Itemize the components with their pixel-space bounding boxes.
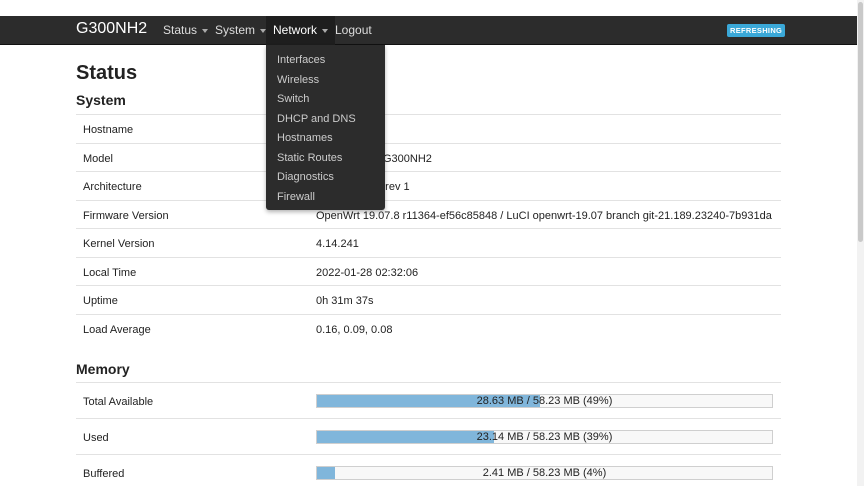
row-value-uptime: 0h 31m 37s — [316, 295, 374, 307]
row-label-buffered: Buffered — [83, 468, 125, 480]
menu-network[interactable]: Network — [266, 16, 336, 45]
progress-text: 2.41 MB / 58.23 MB (4%) — [482, 467, 607, 479]
dropdown-item-wireless[interactable]: Wireless — [266, 71, 385, 91]
row-label-local-time: Local Time — [83, 266, 137, 279]
table-row: Hostname — [76, 114, 781, 143]
dropdown-item-interfaces[interactable]: Interfaces — [266, 51, 385, 71]
memory-section-title: Memory — [76, 361, 130, 377]
row-value-local-time: 2022-01-28 02:32:06 — [316, 266, 419, 279]
menu-status-label: Status — [163, 23, 198, 37]
menu-system-label: System — [215, 23, 256, 37]
row-label-architecture: Architecture — [83, 181, 142, 193]
page-title: Status — [76, 62, 138, 84]
row-label-hostname: Hostname — [83, 124, 134, 136]
table-row: Architecture 2 rev 1 — [76, 171, 781, 200]
row-label-load-average: Load Average — [83, 323, 151, 336]
progress-text: 28.63 MB / 58.23 MB (49%) — [476, 395, 613, 407]
network-dropdown-menu: Interfaces Wireless Switch DHCP and DNS … — [266, 45, 385, 210]
dropdown-item-dhcp-dns[interactable]: DHCP and DNS — [266, 110, 385, 130]
table-row: Local Time 2022-01-28 02:32:06 — [76, 256, 781, 286]
row-label-used: Used — [83, 432, 109, 444]
progress-text: 23.14 MB / 58.23 MB (39%) — [476, 431, 613, 443]
menu-status[interactable]: Status — [163, 16, 209, 45]
table-row: Kernel Version 4.14.241 — [76, 228, 781, 257]
row-label-firmware: Firmware Version — [83, 209, 169, 222]
menu-logout-label: Logout — [335, 23, 372, 37]
progress-bar-total-available: 28.63 MB / 58.23 MB (49%) — [316, 394, 773, 408]
dropdown-item-diagnostics[interactable]: Diagnostics — [266, 168, 385, 188]
progress-bar-buffered: 2.41 MB / 58.23 MB (4%) — [316, 466, 773, 480]
row-label-model: Model — [83, 152, 113, 165]
brand-hostname[interactable]: G300NH2 — [76, 20, 147, 38]
table-row: Load Average 0.16, 0.09, 0.08 — [76, 313, 781, 343]
dropdown-item-firewall[interactable]: Firewall — [266, 188, 385, 208]
table-row: Total Available 28.63 MB / 58.23 MB (49%… — [76, 382, 781, 418]
system-table: Hostname Model P-G300NH2 Architecture 2 … — [76, 114, 781, 342]
table-row: Buffered 2.41 MB / 58.23 MB (4%) — [76, 454, 781, 486]
dropdown-item-hostnames[interactable]: Hostnames — [266, 129, 385, 149]
progress-bar-used: 23.14 MB / 58.23 MB (39%) — [316, 430, 773, 444]
row-label-uptime: Uptime — [83, 295, 118, 307]
dropdown-item-switch[interactable]: Switch — [266, 90, 385, 110]
refreshing-badge[interactable]: REFRESHING — [727, 24, 786, 37]
table-row: Firmware Version OpenWrt 19.07.8 r11364-… — [76, 199, 781, 229]
dropdown-item-static-routes[interactable]: Static Routes — [266, 149, 385, 169]
table-row: Model P-G300NH2 — [76, 142, 781, 172]
table-row: Uptime 0h 31m 37s — [76, 285, 781, 314]
scrollbar-thumb[interactable] — [858, 2, 863, 242]
row-label-total-available: Total Available — [83, 396, 154, 408]
caret-down-icon — [202, 28, 209, 33]
caret-down-icon — [322, 28, 329, 33]
table-row: Used 23.14 MB / 58.23 MB (39%) — [76, 418, 781, 454]
row-value-firmware: OpenWrt 19.07.8 r11364-ef56c85848 / LuCI… — [316, 209, 772, 222]
row-value-kernel: 4.14.241 — [316, 238, 359, 250]
row-label-kernel: Kernel Version — [83, 238, 155, 250]
menu-logout[interactable]: Logout — [335, 16, 372, 45]
top-navbar: G300NH2 Status System Network Logout REF… — [0, 16, 857, 45]
memory-table: Total Available 28.63 MB / 58.23 MB (49%… — [76, 382, 781, 486]
row-value-load-average: 0.16, 0.09, 0.08 — [316, 323, 393, 336]
page-scrollbar[interactable] — [857, 0, 864, 486]
system-section-title: System — [76, 92, 126, 108]
menu-system[interactable]: System — [215, 16, 267, 45]
menu-network-label: Network — [273, 23, 318, 37]
